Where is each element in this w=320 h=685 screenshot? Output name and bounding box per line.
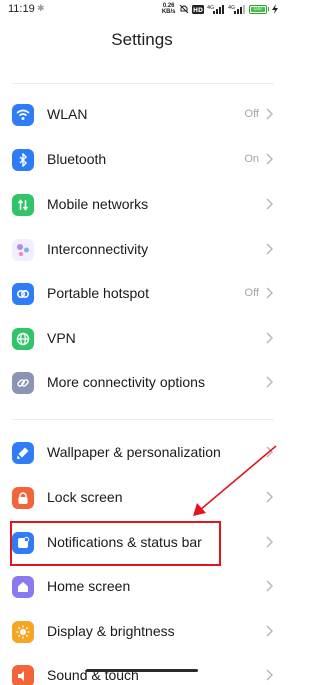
settings-item-label: Interconnectivity [47,241,149,257]
hd-icon: HD [191,4,204,14]
settings-item-label: Mobile networks [47,196,149,212]
settings-item-label: Display & brightness [47,623,175,639]
brush-icon [12,442,34,464]
status-icons: 0.26 KB/s HD 4G 4G 100 [162,3,278,15]
chevron-right-icon [266,669,273,681]
settings-item-label: Lock screen [47,489,123,505]
chevron-right-icon [266,446,273,458]
signal-4g-icon: 4G [207,5,224,14]
settings-item-label: Portable hotspot [47,285,149,301]
home-indicator[interactable] [86,669,198,672]
hotspot-icon [12,283,34,305]
chevron-right-icon [266,625,273,637]
settings-item-label: VPN [47,330,76,346]
settings-item-wallpaper[interactable]: Wallpaper & personalization [0,431,284,475]
settings-item-more-connectivity[interactable]: More connectivity options [0,361,284,405]
chevron-right-icon [266,287,273,299]
svg-text:HD: HD [192,7,202,14]
settings-item-wlan[interactable]: WLAN Off [0,93,284,137]
settings-item-interconnectivity[interactable]: Interconnectivity [0,228,284,272]
mute-icon [179,4,188,14]
svg-text:4G: 4G [207,5,214,11]
chevron-right-icon [266,491,273,503]
settings-item-label: WLAN [47,106,88,122]
link-icon [12,372,34,394]
settings-item-bluetooth[interactable]: Bluetooth On [0,138,284,182]
status-time: 11:19 [8,3,35,15]
signal-4g-icon-2: 4G [228,5,245,14]
battery-icon: 100 [248,4,269,14]
settings-item-label: Wallpaper & personalization [47,444,221,460]
settings-item-home-screen[interactable]: Home screen [0,565,284,609]
settings-item-mobile-networks[interactable]: Mobile networks [0,183,284,227]
divider [12,83,274,84]
divider [12,419,274,420]
settings-item-portable-hotspot[interactable]: Portable hotspot Off [0,272,284,316]
interconnectivity-icon [12,239,34,261]
chevron-right-icon [266,536,273,548]
page-title: Settings [111,30,173,49]
status-bar: 11:19 ✱ 0.26 KB/s HD 4G 4G 100 [0,0,284,20]
settings-item-value: Off [244,287,259,299]
settings-item-label: Home screen [47,578,131,594]
vpn-globe-icon [12,328,34,350]
sun-icon [12,621,34,643]
bluetooth-icon [12,149,34,171]
settings-item-display[interactable]: Display & brightness [0,610,284,654]
chevron-right-icon [266,153,273,165]
settings-item-value: Off [244,108,259,120]
svg-text:4G: 4G [228,5,235,11]
wifi-icon [12,104,34,126]
highlight-box [10,521,221,566]
settings-item-label: Bluetooth [47,151,107,167]
lock-icon [12,487,34,509]
chevron-right-icon [266,332,273,344]
notification-dot-icon: ✱ [37,3,45,13]
chevron-right-icon [266,108,273,120]
sound-icon [12,665,34,685]
chevron-right-icon [266,580,273,592]
chevron-right-icon [266,243,273,255]
home-icon [12,576,34,598]
chevron-right-icon [266,376,273,388]
settings-item-vpn[interactable]: VPN [0,317,284,361]
settings-item-label: More connectivity options [47,374,205,390]
charging-icon [272,4,278,14]
mobile-data-icon [12,194,34,216]
battery-level: 100 [250,6,265,12]
chevron-right-icon [266,198,273,210]
network-speed-unit: KB/s [161,9,176,15]
network-speed: 0.26 KB/s [162,3,176,15]
settings-item-value: On [244,153,259,165]
settings-item-lock-screen[interactable]: Lock screen [0,476,284,520]
